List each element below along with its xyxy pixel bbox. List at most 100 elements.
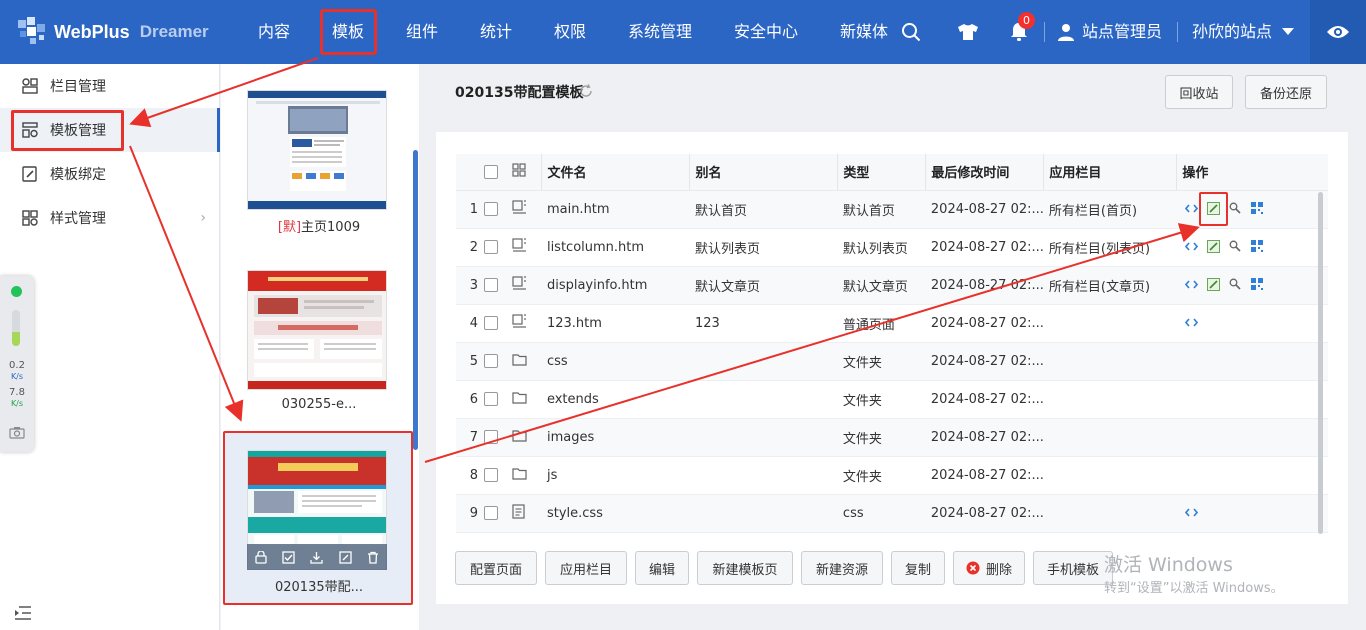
caret-down-icon[interactable] [1280,0,1296,64]
template-file-table: 文件名 别名 类型 最后修改时间 应用栏目 操作 1 main.htm 默认首页 默认… [456,154,1328,533]
logo[interactable]: WebPlus Dreamer [14,14,209,50]
nav-new-media[interactable]: 新媒体 [836,0,892,64]
row-checkbox[interactable] [483,316,498,330]
file-modified-time: 2024-08-27 02:... [925,380,1044,419]
eye-icon[interactable] [1310,0,1366,64]
row-checkbox[interactable] [483,392,498,406]
bell-icon[interactable] [1006,0,1032,64]
table-row[interactable]: 1 main.htm 默认首页 默认首页 2024-08-27 02:... 所有栏目(首… [456,190,1328,229]
header-type[interactable]: 类型 [837,154,926,191]
file-name[interactable]: js [541,456,690,495]
row-checkbox[interactable] [483,468,498,482]
new-template-page-button[interactable]: 新建模板页 [697,551,793,585]
template-thumbnail-1[interactable] [247,90,387,210]
header-last-modified[interactable]: 最后修改时间 [925,154,1044,191]
sidebar-item-column-management[interactable]: 栏目管理 [0,64,220,108]
nav-content[interactable]: 内容 [252,0,296,64]
thumbnail-scrollbar[interactable] [413,150,418,450]
qrcode-icon[interactable] [1250,277,1265,292]
table-row[interactable]: 9 style.css css 2024-08-27 02:... [456,494,1328,533]
table-scrollbar[interactable] [1318,192,1323,534]
code-icon[interactable] [1184,278,1199,292]
download-icon[interactable] [310,551,324,564]
row-actions [1184,506,1199,520]
header-applied-column[interactable]: 应用栏目 [1043,154,1177,191]
header-alias[interactable]: 别名 [689,154,838,191]
configure-page-button[interactable]: 配置页面 [455,551,537,585]
thumbnail-title: 030255-e... [281,397,357,412]
search-icon[interactable] [898,0,924,64]
code-icon[interactable] [1184,316,1199,330]
magnifier-icon[interactable] [1229,240,1243,254]
nav-security-center[interactable]: 安全中心 [730,0,802,64]
table-row[interactable]: 5 css 文件夹 2024-08-27 02:... [456,342,1328,381]
code-icon[interactable] [1184,202,1199,216]
file-alias [689,380,838,419]
file-applied-column [1043,304,1177,343]
sidebar-item-style-management[interactable]: 样式管理 › [0,196,220,240]
thumbnail-label-1[interactable]: [默]主页1009 [221,216,417,235]
table-row[interactable]: 3 displayinfo.htm 默认文章页 默认文章页 2024-08-27 02:… [456,266,1328,305]
edit-button[interactable]: 编辑 [635,551,689,585]
copy-button[interactable]: 复制 [891,551,945,585]
row-checkbox[interactable] [483,278,498,292]
check-square-icon[interactable] [282,550,295,564]
table-row[interactable]: 6 extends 文件夹 2024-08-27 02:... [456,380,1328,419]
file-name[interactable]: images [541,418,690,457]
delete-button[interactable]: 删除 [953,551,1025,585]
magnifier-icon[interactable] [1229,202,1243,216]
select-all-checkbox[interactable] [483,164,498,179]
magnifier-icon[interactable] [1229,278,1243,292]
template-thumbnail-2[interactable] [247,270,387,390]
sidebar-item-label: 模板绑定 [50,167,106,183]
refresh-icon[interactable] [579,84,593,98]
user-icon [1056,0,1076,64]
download-unit: K/s [10,399,24,408]
table-row[interactable]: 4 123.htm 123 普通页面 2024-08-27 02:... [456,304,1328,343]
mobile-template-button[interactable]: 手机模板 [1033,551,1113,585]
thumbnail-label-3[interactable]: 020135带配... [221,576,417,595]
nav-system-management[interactable]: 系统管理 [624,0,696,64]
row-checkbox[interactable] [483,506,498,520]
table-row[interactable]: 7 images 文件夹 2024-08-27 02:... [456,418,1328,457]
table-row[interactable]: 8 js 文件夹 2024-08-27 02:... [456,456,1328,495]
new-resource-button[interactable]: 新建资源 [801,551,883,585]
edit-icon[interactable] [339,550,352,564]
file-applied-column [1043,456,1177,495]
edit-icon[interactable] [1206,277,1221,292]
code-icon[interactable] [1184,240,1199,254]
code-icon[interactable] [1184,506,1199,520]
camera-icon[interactable] [9,426,25,439]
network-speed-widget[interactable]: 0.2 K/s 7.8 K/s [0,276,34,452]
lock-icon[interactable] [255,550,267,564]
thumbnail-title: 主页1009 [301,220,361,235]
edit-icon[interactable] [1206,239,1221,254]
site-selector[interactable]: 孙欣的站点 [1190,0,1274,64]
sidebar-item-template-binding[interactable]: 模板绑定 [0,152,220,196]
table-row[interactable]: 2 listcolumn.htm 默认列表页 默认列表页 2024-08-27 02:.… [456,228,1328,267]
recycle-bin-button[interactable]: 回收站 [1165,75,1233,109]
apply-column-button[interactable]: 应用栏目 [545,551,627,585]
user-menu[interactable]: 站点管理员 [1080,0,1164,64]
nav-permission[interactable]: 权限 [548,0,592,64]
qrcode-icon[interactable] [1250,201,1265,216]
file-name[interactable]: extends [541,380,690,419]
header-filename[interactable]: 文件名 [541,154,690,191]
collapse-menu-icon[interactable] [14,606,32,620]
row-number: 6 [456,380,484,419]
trash-icon[interactable] [367,551,379,564]
row-checkbox[interactable] [483,240,498,254]
nav-statistics[interactable]: 统计 [474,0,518,64]
file-name: listcolumn.htm [541,228,690,267]
grid-view-icon[interactable] [512,163,526,177]
row-checkbox[interactable] [483,354,498,368]
nav-component[interactable]: 组件 [400,0,444,64]
chevron-right-icon[interactable]: › [200,210,206,226]
tshirt-theme-icon[interactable] [955,0,981,64]
file-name[interactable]: css [541,342,690,381]
thumbnail-label-2[interactable]: 030255-e... [221,397,417,412]
row-checkbox[interactable] [483,202,498,216]
row-checkbox[interactable] [483,430,498,444]
backup-restore-button[interactable]: 备份还原 [1245,75,1327,109]
qrcode-icon[interactable] [1250,239,1265,254]
